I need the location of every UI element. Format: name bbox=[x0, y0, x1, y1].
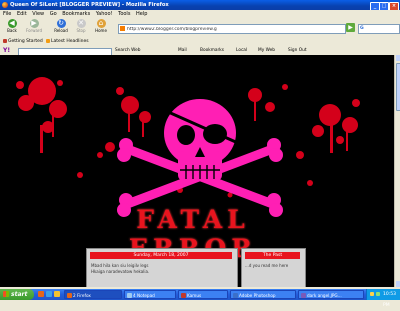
yahoo-mail[interactable]: Mail bbox=[178, 46, 187, 55]
notepad-icon bbox=[127, 293, 132, 298]
blog-post: Sunday, March 18, 2007 Mbad hila kan siu… bbox=[86, 248, 238, 287]
menu-tools[interactable]: Tools bbox=[118, 11, 130, 17]
firefox-icon bbox=[2, 2, 8, 8]
system-tray: 10:53 PM bbox=[366, 289, 400, 300]
reload-label: Reload bbox=[54, 28, 68, 33]
blogger-favicon-icon bbox=[120, 26, 125, 31]
quicklaunch-ie-icon[interactable] bbox=[46, 291, 52, 297]
quicklaunch-folder-icon[interactable] bbox=[54, 291, 60, 297]
start-button[interactable]: start bbox=[0, 289, 34, 300]
back-label: Back bbox=[7, 28, 17, 33]
yahoo-search-web[interactable]: Search Web bbox=[115, 46, 141, 55]
quicklaunch-firefox-icon[interactable] bbox=[38, 291, 44, 297]
photoshop-icon bbox=[233, 293, 238, 298]
task-label: dark angel.JPG... bbox=[307, 293, 342, 298]
google-search-icon: G bbox=[360, 26, 364, 31]
menu-bar: File Edit View Go Bookmarks Yahoo! Tools… bbox=[0, 10, 400, 18]
vertical-scrollbar[interactable] bbox=[394, 55, 400, 287]
post-date: Sunday, March 18, 2007 bbox=[90, 252, 232, 259]
task-firefox[interactable]: 2 Firefox bbox=[64, 290, 122, 299]
start-label: start bbox=[11, 289, 27, 300]
window-title-bar[interactable]: Queen Of SiLent [BLOGGER PREVIEW] - Mozi… bbox=[0, 0, 400, 10]
forward-label: Forward bbox=[26, 28, 42, 33]
home-icon: ⌂ bbox=[97, 19, 106, 28]
forward-arrow-icon: ▶ bbox=[30, 19, 39, 28]
home-button[interactable]: ⌂ Home bbox=[92, 19, 110, 37]
task-label: 4 Notepad bbox=[133, 293, 155, 298]
image-file-icon bbox=[301, 293, 306, 298]
tray-icon[interactable] bbox=[370, 292, 374, 296]
task-image-file[interactable]: dark angel.JPG... bbox=[298, 290, 364, 299]
reload-button[interactable]: ↻ Reload bbox=[52, 19, 70, 37]
yahoo-logo[interactable]: Y! bbox=[3, 46, 10, 55]
sidebar-box: The Past ...d you read me here bbox=[241, 248, 306, 287]
yahoo-local[interactable]: Local bbox=[236, 46, 247, 55]
task-label: Kamus bbox=[187, 293, 201, 298]
bookmark-icon bbox=[3, 39, 7, 43]
menu-go[interactable]: Go bbox=[50, 11, 57, 17]
bookmark-label: Latest Headlines bbox=[51, 39, 89, 44]
scroll-up-arrow-icon[interactable] bbox=[396, 55, 400, 61]
sidebar-heading: The Past bbox=[245, 252, 300, 259]
url-input[interactable] bbox=[127, 25, 327, 33]
bookmark-getting-started[interactable]: Getting Started bbox=[3, 38, 43, 46]
menu-yahoo[interactable]: Yahoo! bbox=[96, 11, 113, 17]
address-bar[interactable] bbox=[118, 24, 346, 34]
clock[interactable]: 10:53 PM bbox=[383, 289, 400, 311]
task-kamus[interactable]: Kamus bbox=[178, 290, 228, 299]
task-photoshop[interactable]: Adobe Photoshop bbox=[230, 290, 296, 299]
navigation-toolbar: ◀ Back ▶ Forward ↻ Reload ✕ Stop ⌂ Home … bbox=[0, 18, 400, 39]
task-label: Adobe Photoshop bbox=[239, 293, 276, 298]
windows-logo-icon bbox=[3, 291, 9, 297]
yahoo-my-web[interactable]: My Web bbox=[258, 46, 275, 55]
task-notepad[interactable]: 4 Notepad bbox=[124, 290, 176, 299]
menu-bookmarks[interactable]: Bookmarks bbox=[62, 11, 90, 17]
yahoo-sign-out[interactable]: Sign Out bbox=[288, 46, 307, 55]
scrollbar-thumb[interactable] bbox=[396, 63, 400, 111]
task-label: 2 Firefox bbox=[73, 293, 91, 298]
menu-file[interactable]: File bbox=[3, 11, 11, 17]
kamus-icon bbox=[181, 293, 186, 298]
back-arrow-icon: ◀ bbox=[8, 19, 17, 28]
firefox-icon bbox=[67, 293, 72, 298]
go-button[interactable]: ▶ bbox=[346, 23, 355, 32]
stop-label: Stop bbox=[76, 28, 85, 33]
home-label: Home bbox=[95, 28, 107, 33]
back-button[interactable]: ◀ Back bbox=[3, 19, 21, 37]
bookmark-latest-headlines[interactable]: Latest Headlines bbox=[46, 38, 89, 46]
post-text-line: Hkaiga naradevatow hekalia. bbox=[91, 269, 149, 274]
menu-help[interactable]: Help bbox=[136, 11, 147, 17]
menu-view[interactable]: View bbox=[32, 11, 44, 17]
window-title: Queen Of SiLent [BLOGGER PREVIEW] - Mozi… bbox=[10, 0, 169, 10]
menu-edit[interactable]: Edit bbox=[17, 11, 27, 17]
yahoo-bookmarks[interactable]: Bookmarks bbox=[200, 46, 224, 55]
bookmark-label: Getting Started bbox=[8, 39, 43, 44]
stop-icon: ✕ bbox=[77, 19, 86, 28]
page-viewport[interactable]: FATAL ERROR Sunday, March 18, 2007 Mbad … bbox=[0, 55, 394, 287]
post-text-line: Mbad hila kan siu leigilv legs bbox=[91, 263, 149, 268]
reload-icon: ↻ bbox=[57, 19, 66, 28]
rss-icon bbox=[46, 39, 50, 43]
search-box[interactable]: G bbox=[358, 24, 400, 34]
tray-icon[interactable] bbox=[376, 292, 380, 296]
forward-button[interactable]: ▶ Forward bbox=[25, 19, 43, 37]
sidebar-text: ...d you read me here bbox=[245, 263, 288, 268]
stop-button[interactable]: ✕ Stop bbox=[72, 19, 90, 37]
taskbar: start 2 Firefox 4 Notepad Kamus Adobe Ph… bbox=[0, 289, 400, 300]
